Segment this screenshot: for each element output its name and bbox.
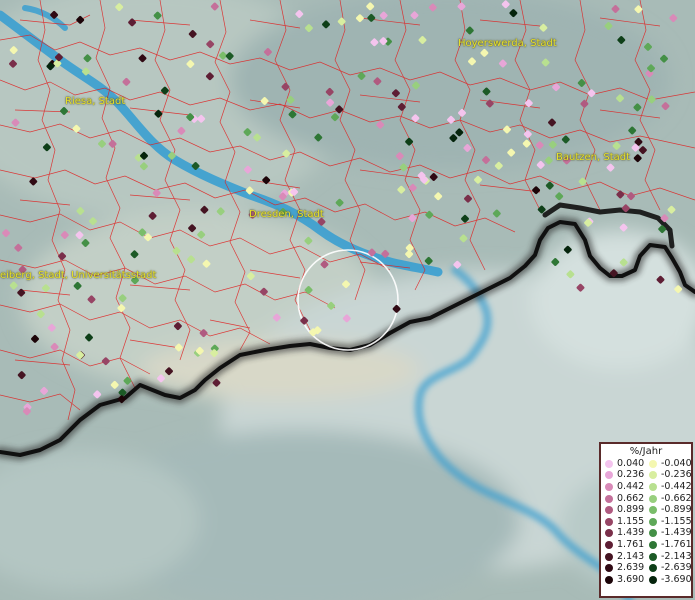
legend-swatch — [605, 471, 613, 480]
legend-value: -0.662 — [661, 492, 692, 504]
legend-row: 2.639 -2.639 — [601, 562, 692, 574]
legend-swatch — [649, 459, 657, 468]
legend-entry: -1.155 — [645, 515, 692, 527]
legend-entry: -0.442 — [645, 480, 692, 492]
legend-value: -1.155 — [661, 515, 692, 527]
legend-swatch — [605, 459, 613, 468]
legend-value: -1.761 — [661, 538, 692, 550]
legend-row: 1.439 -1.439 — [601, 527, 692, 540]
legend-value: 1.439 — [617, 527, 645, 539]
place-label-hoyerswerda: Hoyerswerda, Stadt — [458, 38, 557, 49]
legend-value: -0.899 — [661, 504, 692, 516]
legend-swatch — [605, 494, 613, 503]
legend-entry: -0.662 — [645, 492, 692, 504]
legend-row: 0.662 -0.662 — [601, 492, 692, 505]
legend-swatch — [605, 564, 613, 573]
legend-row: 1.155 -1.155 — [601, 515, 692, 528]
legend-row: 1.761 -1.761 — [601, 538, 692, 551]
legend-row: 0.040 -0.040 — [601, 457, 692, 470]
legend-swatch — [649, 564, 657, 573]
legend-entry: 0.236 — [601, 470, 645, 480]
legend-swatch — [605, 540, 613, 549]
legend-swatch — [649, 517, 657, 526]
legend-entry: -0.040 — [645, 457, 692, 469]
legend-entry: -2.143 — [645, 550, 692, 562]
legend-entry: 3.690 — [601, 573, 645, 585]
legend-entry: 0.442 — [601, 480, 645, 492]
legend-value: 2.143 — [617, 550, 645, 562]
legend: %/Jahr 0.040 -0.040 0.236 -0.236 0.442 -0.442… — [599, 442, 693, 598]
legend-value: -0.040 — [661, 457, 692, 469]
legend-entry: 1.761 — [601, 538, 645, 550]
legend-swatch — [605, 529, 613, 538]
legend-value: 0.236 — [617, 469, 645, 481]
legend-value: 0.662 — [617, 492, 645, 504]
legend-row: 0.236 -0.236 — [601, 469, 692, 482]
legend-swatch — [605, 552, 613, 561]
place-label-riesa: Riesa, Stadt — [65, 96, 126, 107]
legend-value: 1.155 — [617, 515, 645, 527]
legend-value: 0.899 — [617, 504, 645, 516]
legend-entry: 1.155 — [601, 515, 645, 527]
legend-swatch — [605, 575, 613, 584]
legend-entry: 0.899 — [601, 505, 645, 515]
legend-value: 3.690 — [617, 573, 645, 585]
legend-entry: 0.040 — [601, 457, 645, 469]
legend-entry: 1.439 — [601, 528, 645, 538]
legend-row: 3.690 -3.690 — [601, 573, 692, 586]
legend-value: -1.439 — [661, 527, 692, 539]
legend-row: 0.899 -0.899 — [601, 504, 692, 516]
legend-value: -2.639 — [661, 562, 692, 574]
legend-value: -0.236 — [661, 469, 692, 481]
legend-entry: -0.899 — [645, 504, 692, 516]
legend-value: 0.442 — [617, 480, 645, 492]
legend-swatch — [605, 482, 613, 491]
map-view[interactable]: Hoyerswerda, Stadt Riesa, Stadt Bautzen,… — [0, 0, 695, 600]
legend-row: 2.143 -2.143 — [601, 550, 692, 563]
legend-swatch — [649, 471, 657, 480]
legend-rows: 0.040 -0.040 0.236 -0.236 0.442 -0.442 0.662 -0… — [601, 457, 692, 586]
legend-value: -0.442 — [661, 480, 692, 492]
legend-swatch — [649, 552, 657, 561]
legend-value: -3.690 — [661, 573, 692, 585]
legend-entry: 2.143 — [601, 550, 645, 562]
place-label-dresden: Dresden, Stadt — [249, 209, 324, 220]
legend-entry: 0.662 — [601, 492, 645, 504]
legend-swatch — [649, 540, 657, 549]
legend-row: 0.442 -0.442 — [601, 480, 692, 493]
legend-swatch — [649, 494, 657, 503]
legend-swatch — [649, 575, 657, 584]
legend-entry: -1.439 — [645, 527, 692, 539]
legend-entry: -1.761 — [645, 538, 692, 550]
map-canvas — [0, 0, 695, 600]
legend-title: %/Jahr — [629, 446, 663, 457]
legend-value: 2.639 — [617, 562, 645, 574]
legend-swatch — [649, 482, 657, 491]
legend-swatch — [649, 506, 657, 515]
legend-swatch — [649, 529, 657, 538]
legend-value: -2.143 — [661, 550, 692, 562]
legend-swatch — [605, 506, 613, 515]
legend-swatch — [605, 517, 613, 526]
legend-value: 0.040 — [617, 457, 645, 469]
legend-entry: -0.236 — [645, 469, 692, 481]
legend-entry: -3.690 — [645, 573, 692, 585]
legend-entry: -2.639 — [645, 562, 692, 574]
legend-entry: 2.639 — [601, 563, 645, 573]
legend-value: 1.761 — [617, 538, 645, 550]
place-label-freiberg: eiberg, Stadt, Universitätsstadt — [0, 270, 157, 281]
place-label-bautzen: Bautzen, Stadt — [556, 152, 631, 163]
